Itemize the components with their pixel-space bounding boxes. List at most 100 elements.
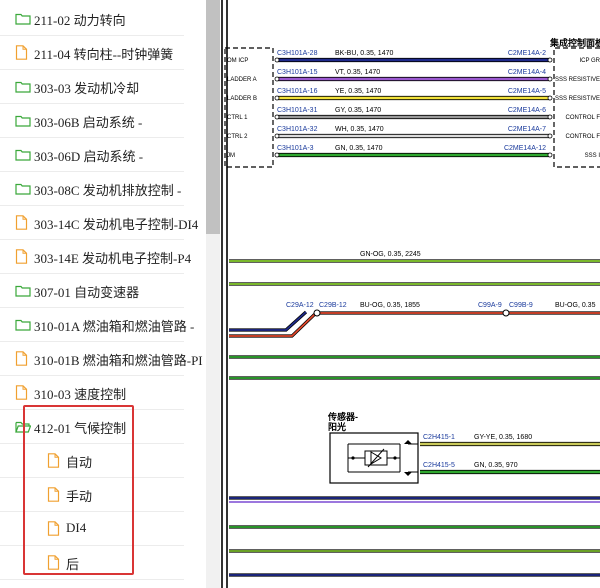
wire-to-connector: C2ME14A-5: [508, 88, 546, 95]
tree-item[interactable]: 303-14C 发动机电子控制-DI4: [0, 206, 198, 240]
folder-icon: [15, 114, 31, 132]
wire-from-connector: C3H101A-32: [277, 126, 318, 133]
tree-item[interactable]: 303-03 发动机冷却: [0, 70, 184, 104]
document-icon: [15, 45, 28, 65]
wire-spec-label: BK-BU, 0.35, 1470: [335, 50, 393, 57]
tree-item[interactable]: 303-06B 启动系统 -: [0, 104, 184, 138]
folder-icon: [15, 80, 31, 98]
document-icon: [15, 385, 28, 405]
tree-item-label: 303-06D 启动系统 -: [34, 149, 144, 164]
sensor-wire: C2H415-5 GN, 0.35, 970: [420, 462, 600, 475]
module-pin-label: SSS I: [585, 153, 600, 159]
gn-og-wire-label: GN-OG, 0.35, 2245: [360, 251, 421, 258]
wire: C3H101A-32 WH, 0.35, 1470 C2ME14A-7: [274, 126, 553, 139]
tree-item-label: DI4: [66, 520, 87, 535]
wire-to-connector: C2ME14A-6: [508, 107, 546, 114]
wire-from-connector: C3H101A-28: [277, 50, 318, 57]
document-icon: [15, 351, 28, 371]
wire-spec-label: GN, 0.35, 1470: [335, 145, 383, 152]
sensor-connector: C2H415-1: [423, 434, 455, 441]
sun-sensor-symbol: [347, 440, 418, 476]
tree-item[interactable]: 211-02 动力转向: [0, 2, 184, 36]
tree-item[interactable]: 手动: [0, 478, 184, 512]
wire-spec-label: GY, 0.35, 1470: [335, 107, 381, 114]
module-box: [553, 47, 600, 168]
wiring-diagram: OM ICP LADDER A LADDER B CTRL 1 CTRL 2 JM 集成控…: [221, 0, 600, 588]
navigation-tree: 211-02 动力转向 211-04 转向柱--时钟弹簧 303-03 发动机冷却 3…: [0, 0, 206, 588]
tree-item[interactable]: DI4: [0, 512, 184, 546]
bu-og-wire-label: BU-OG, 0.35, 1855: [360, 302, 420, 309]
tree-item[interactable]: 310-01A 燃油箱和燃油管路 -: [0, 308, 194, 342]
wire-to-connector: C2ME14A-4: [508, 69, 546, 76]
tree-item[interactable]: 303-08C 发动机排放控制 -: [0, 172, 184, 206]
wire: C3H101A-15 VT, 0.35, 1470 C2ME14A-4: [274, 69, 553, 82]
tree-item-label: 自动: [66, 455, 93, 470]
left-pin-label: OM ICP: [227, 58, 248, 64]
tree-item[interactable]: 自动: [0, 444, 184, 478]
wire-to-connector: C2ME14A-7: [508, 126, 546, 133]
wire: C3H101A-31 GY, 0.35, 1470 C2ME14A-6: [274, 107, 553, 120]
tree-item[interactable]: 310-03 速度控制: [0, 376, 184, 410]
module-pin-label: SSS RESISTIVE: [555, 96, 600, 102]
tree-item-label: 211-02 动力转向: [34, 13, 126, 28]
tree-item[interactable]: 307-01 自动变速器: [0, 274, 184, 308]
document-icon: [47, 555, 60, 575]
sensor-wire-bundle: C2H415-1 GY-YE, 0.35, 1680 C2H415-5 GN, 0.3…: [420, 434, 600, 475]
tree-scrollbar-thumb[interactable]: [206, 0, 220, 234]
wire-to-connector: C2ME14A-2: [508, 50, 546, 57]
document-icon: [47, 453, 60, 473]
left-pin-label: CTRL 1: [227, 115, 248, 121]
wire-from-connector: C3H101A-31: [277, 107, 318, 114]
bu-og-wire-label-right: BU-OG, 0.35: [555, 302, 596, 309]
wire: C3H101A-3 GN, 0.35, 1470 C2ME14A-12: [274, 145, 553, 158]
wire-spec-label: YE, 0.35, 1470: [335, 88, 381, 95]
folder-open-icon: [15, 420, 32, 438]
folder-icon: [15, 12, 31, 30]
sensor-wire: C2H415-1 GY-YE, 0.35, 1680: [420, 434, 600, 447]
tree-item-label: 303-14C 发动机电子控制-DI4: [34, 217, 199, 232]
tree-item-label: 303-03 发动机冷却: [34, 81, 140, 96]
module-pin-label: SSS RESISTIVE: [555, 77, 600, 83]
folder-icon: [15, 182, 31, 200]
tree-item[interactable]: 211-04 转向柱--时钟弹簧: [0, 36, 184, 70]
left-connector-box: [224, 47, 274, 168]
left-pin-label: LADDER B: [227, 96, 257, 102]
bu-og-wire: [229, 311, 600, 338]
tree-item[interactable]: 310-01B 燃油箱和燃油管路-PI: [0, 342, 203, 376]
folder-icon: [15, 148, 31, 166]
tree-item[interactable]: 303-14E 发动机电子控制-P4: [0, 240, 191, 274]
top-wire-bundle: C3H101A-28 BK-BU, 0.35, 1470 C2ME14A-2C3H1…: [274, 50, 553, 158]
wire: C3H101A-16 YE, 0.35, 1470 C2ME14A-5: [274, 88, 553, 101]
c29b-connector: C29B-12: [319, 302, 347, 309]
module-pin-label: CONTROL F: [566, 134, 600, 140]
tree-item-label: 307-01 自动变速器: [34, 285, 140, 300]
module-pin-label: CONTROL F: [566, 115, 600, 121]
wire-from-connector: C3H101A-16: [277, 88, 318, 95]
document-icon: [47, 521, 60, 541]
left-pin-labels: OM ICP LADDER A LADDER B CTRL 1 CTRL 2 JM: [227, 58, 257, 159]
tree-item[interactable]: 303-06D 启动系统 -: [0, 138, 184, 172]
folder-icon: [15, 318, 31, 336]
tree-item-label: 后: [66, 557, 80, 572]
sensor-wire-label: GY-YE, 0.35, 1680: [474, 434, 532, 441]
left-pin-label: LADDER A: [227, 77, 257, 83]
wiring-diagram-panel[interactable]: OM ICP LADDER A LADDER B CTRL 1 CTRL 2 JM 集成控…: [220, 0, 600, 588]
wire-spec-label: WH, 0.35, 1470: [335, 126, 384, 133]
document-icon: [47, 487, 60, 507]
document-icon: [15, 249, 28, 269]
sensor-connector: C2H415-5: [423, 462, 455, 469]
tree-item-label: 310-01B 燃油箱和燃油管路-PI: [34, 353, 203, 368]
tree-item-label: 303-08C 发动机排放控制 -: [34, 183, 182, 198]
document-icon: [15, 215, 28, 235]
wire-spec-label: VT, 0.35, 1470: [335, 69, 380, 76]
tree-item[interactable]: 后: [0, 546, 184, 580]
c99a-connector: C99A-9: [478, 302, 502, 309]
tree-item-label: 手动: [66, 489, 93, 504]
tree-item-label: 211-04 转向柱--时钟弹簧: [34, 47, 174, 62]
tree-item-label: 303-06B 启动系统 -: [34, 115, 143, 130]
sensor-subtitle: 阳光: [328, 421, 346, 432]
c99b-connector: C99B-9: [509, 302, 533, 309]
wire: C3H101A-28 BK-BU, 0.35, 1470 C2ME14A-2: [274, 50, 553, 63]
left-pin-label: CTRL 2: [227, 134, 248, 140]
tree-item[interactable]: 412-01 气候控制: [0, 410, 184, 444]
